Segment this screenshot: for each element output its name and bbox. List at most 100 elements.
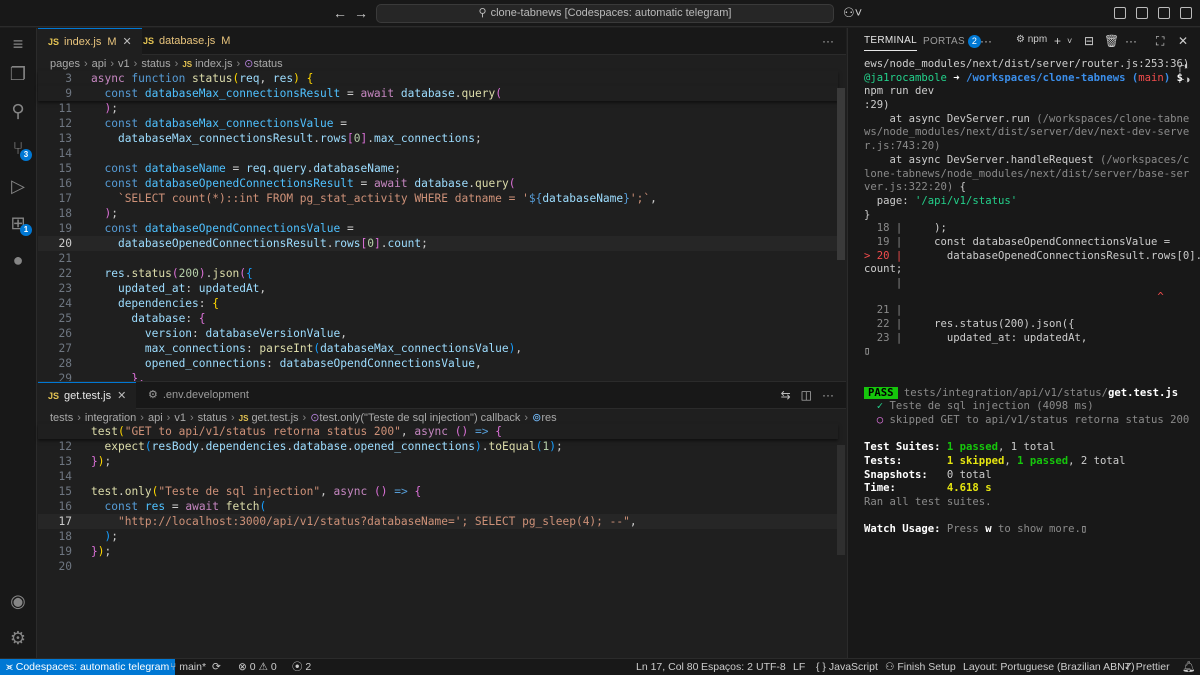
finish-setup[interactable]: ⚇ Finish Setup	[885, 659, 956, 675]
notifications-bell-icon[interactable]: 🔔︎	[1182, 659, 1195, 675]
prettier-indicator[interactable]: ✓ Prettier	[1124, 659, 1170, 675]
indentation[interactable]: Espaços: 2	[701, 659, 753, 675]
bottom-code-editor[interactable]: test("GET to api/v1/status retorna statu…	[38, 424, 838, 574]
breadcrumb-item[interactable]: integration	[85, 412, 136, 424]
search-icon[interactable]: ⚲	[8, 101, 28, 121]
code-line[interactable]: 24 dependencies: {	[38, 296, 838, 311]
breadcrumb-item[interactable]: pages	[50, 58, 80, 70]
breadcrumb-item[interactable]: api	[148, 412, 163, 424]
more-actions-icon[interactable]: ···	[822, 34, 834, 48]
branch-indicator[interactable]: ⑂ main*	[170, 659, 206, 675]
source-control-icon[interactable]: ⑂ 3	[8, 138, 32, 161]
code-line[interactable]: 13});	[38, 454, 838, 469]
code-line[interactable]: 21	[38, 251, 838, 266]
breadcrumb-item[interactable]: v1	[174, 412, 186, 424]
end-of-line[interactable]: LF	[793, 659, 805, 675]
code-line[interactable]: 15 test.only("Teste de sql injection", as…	[38, 484, 838, 499]
code-line[interactable]: 15 const databaseName = req.query.databa…	[38, 161, 838, 176]
remote-indicator[interactable]: ⪤ Codespaces: automatic telegram	[0, 659, 176, 675]
tab-env-development[interactable]: ⚙ .env.development	[138, 382, 259, 409]
split-editor-icon[interactable]: ◫	[801, 388, 812, 402]
code-line[interactable]: 25 database: {	[38, 311, 838, 326]
code-line[interactable]: 20	[38, 559, 838, 574]
code-line[interactable]: 19 const databaseOpendConnectionsValue =	[38, 221, 838, 236]
code-line[interactable]: 3 async function status(req, res) {	[38, 71, 838, 86]
code-line[interactable]: 28 opened_connections: databaseOpendConn…	[38, 356, 838, 371]
code-line[interactable]: 16 const databaseOpenedConnectionsResult…	[38, 176, 838, 191]
panel-more-icon[interactable]: ···	[980, 34, 992, 48]
terminal-output[interactable]: ews/node_modules/next/dist/server/router…	[864, 58, 1200, 537]
code-line[interactable]: 19});	[38, 544, 838, 559]
compare-icon[interactable]: ⇆	[781, 388, 791, 402]
breadcrumb-item[interactable]: tests	[50, 412, 73, 424]
top-code-editor[interactable]: 3 async function status(req, res) {9 cons…	[38, 71, 838, 386]
code-line[interactable]: 12 expect(resBody.dependencies.database.…	[38, 439, 838, 454]
forward-arrow-icon[interactable]: →	[354, 5, 368, 21]
close-tab-icon[interactable]: ✕	[117, 390, 126, 402]
explorer-icon[interactable]: ❐	[8, 64, 28, 84]
new-terminal-icon[interactable]: +	[1054, 34, 1061, 48]
terminal-instance-icon[interactable]: └◑	[1176, 74, 1192, 88]
settings-gear-icon[interactable]: ⚙	[8, 628, 28, 648]
chevron-down-icon[interactable]: ˅	[1067, 36, 1072, 46]
encoding[interactable]: UTF-8	[756, 659, 786, 675]
tab-get-test-js[interactable]: JS get.test.js ✕	[38, 382, 137, 409]
code-line[interactable]: 23 updated_at: updatedAt,	[38, 281, 838, 296]
breadcrumb-item[interactable]: index.js	[195, 58, 232, 70]
toggle-secondary-sidebar-icon[interactable]	[1180, 7, 1192, 19]
code-line[interactable]: 22 res.status(200).json({	[38, 266, 838, 281]
breadcrumb-item[interactable]: status	[198, 412, 227, 424]
sync-icon[interactable]: ⟳	[212, 659, 221, 675]
code-line[interactable]: 20 databaseOpenedConnectionsResult.rows[…	[38, 236, 838, 251]
github-icon[interactable]: ●	[8, 250, 28, 270]
terminal-shell-selector[interactable]: ⚙ npm	[1016, 34, 1047, 45]
toggle-panel-icon[interactable]	[1158, 7, 1170, 19]
extensions-icon[interactable]: ⊞ 1	[8, 213, 32, 236]
code-line[interactable]: 14	[38, 146, 838, 161]
run-debug-icon[interactable]: ▷	[8, 176, 28, 196]
close-panel-icon[interactable]: ✕	[1178, 34, 1188, 48]
command-center-search[interactable]: ⚲ clone-tabnews [Codespaces: automatic te…	[376, 4, 834, 23]
tab-database-js[interactable]: JS database.js M	[133, 28, 240, 55]
code-line[interactable]: 12 const databaseMax_connectionsValue =	[38, 116, 838, 131]
copilot-icon[interactable]: ⚇˅	[843, 5, 862, 21]
tab-terminal[interactable]: TERMINAL	[864, 35, 917, 51]
breadcrumb-item[interactable]: status	[253, 58, 282, 70]
tab-index-js[interactable]: JS index.js M ✕	[38, 28, 142, 55]
breadcrumb-item[interactable]: status	[141, 58, 170, 70]
more-label[interactable]: ···	[822, 388, 834, 402]
more-actions-icon[interactable]: ⇆ ◫ ···	[781, 388, 834, 402]
code-line[interactable]: 26 version: databaseVersionValue,	[38, 326, 838, 341]
breadcrumb-item[interactable]: v1	[118, 58, 130, 70]
code-line[interactable]: 9 const databaseMax_connectionsResult = …	[38, 86, 838, 101]
language-mode[interactable]: { } JavaScript	[816, 659, 878, 675]
code-line[interactable]: 17 "http://localhost:3000/api/v1/status?…	[38, 514, 838, 529]
code-line[interactable]: 14	[38, 469, 838, 484]
terminal-instance-icon[interactable]: ┌◐	[1176, 60, 1192, 74]
top-editor-scrollbar[interactable]	[837, 88, 845, 260]
trash-icon[interactable]: 🗑	[1104, 34, 1119, 48]
close-tab-icon[interactable]: ✕	[122, 36, 131, 48]
menu-icon[interactable]: ≡	[8, 34, 28, 54]
keyboard-layout[interactable]: Layout: Portuguese (Brazilian ABNT)	[963, 659, 1135, 675]
code-line[interactable]: test("GET to api/v1/status retorna statu…	[38, 424, 838, 439]
ports-indicator[interactable]: ⦿ 2	[292, 659, 311, 675]
account-icon[interactable]: ◉	[8, 591, 28, 611]
cursor-position[interactable]: Ln 17, Col 80	[636, 659, 698, 675]
breadcrumb-item[interactable]: res	[541, 412, 556, 424]
problems-indicator[interactable]: ⊗ 0 ⚠ 0	[238, 659, 277, 675]
bottom-editor-scrollbar[interactable]	[837, 445, 845, 555]
maximize-panel-icon[interactable]: ⛶	[1156, 34, 1164, 49]
code-line[interactable]: 11 );	[38, 101, 838, 116]
more-actions-icon[interactable]: ···	[1125, 34, 1137, 48]
code-line[interactable]: 18 );	[38, 529, 838, 544]
code-line[interactable]: 16 const res = await fetch(	[38, 499, 838, 514]
code-line[interactable]: 18 );	[38, 206, 838, 221]
toggle-sidebar-icon[interactable]	[1136, 7, 1148, 19]
code-line[interactable]: 13 databaseMax_connectionsResult.rows[0]…	[38, 131, 838, 146]
customize-layout-icon[interactable]	[1114, 7, 1126, 19]
code-line[interactable]: 17 `SELECT count(*)::int FROM pg_stat_ac…	[38, 191, 838, 206]
code-line[interactable]: 27 max_connections: parseInt(databaseMax…	[38, 341, 838, 356]
tab-ports[interactable]: PORTAS 2	[923, 35, 981, 48]
back-arrow-icon[interactable]: ←	[333, 5, 347, 21]
